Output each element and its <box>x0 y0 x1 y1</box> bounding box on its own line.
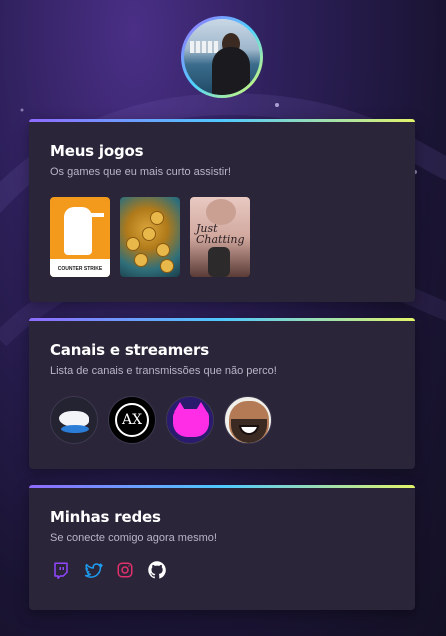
channels-list: AX <box>50 396 394 444</box>
microphone-icon <box>208 247 230 277</box>
game-label: Just Chatting <box>196 222 245 246</box>
social-links <box>50 559 394 581</box>
rifle-icon <box>80 213 104 217</box>
channels-card: Canais e streamers Lista de canais e tra… <box>29 318 415 469</box>
channel-ax-logo[interactable]: AX <box>108 396 156 444</box>
channels-card-subtitle: Lista de canais e transmissões que não p… <box>50 365 277 377</box>
avatar <box>184 19 260 95</box>
coin-icon <box>150 211 164 225</box>
twitter-icon <box>84 562 103 578</box>
ax-logo-icon: AX <box>121 412 143 428</box>
avatar-body <box>212 47 250 95</box>
social-card-title: Minhas redes <box>50 508 161 526</box>
coin-icon <box>142 227 156 241</box>
games-list: COUNTER STRIKE Just Chatting <box>50 197 394 277</box>
games-card-subtitle: Os games que eu mais curto assistir! <box>50 166 231 178</box>
channels-card-title: Canais e streamers <box>50 341 209 359</box>
coin-icon <box>126 237 140 251</box>
github-icon <box>148 561 166 579</box>
channel-laughing-streamer[interactable] <box>224 396 272 444</box>
twitch-icon <box>54 562 68 579</box>
github-link[interactable] <box>146 559 168 581</box>
coin-icon <box>156 243 170 257</box>
pink-cat-icon <box>173 409 209 437</box>
game-coins[interactable] <box>120 197 180 277</box>
instagram-link[interactable] <box>114 559 136 581</box>
game-label: COUNTER STRIKE <box>57 266 103 272</box>
games-card: Meus jogos Os games que eu mais curto as… <box>29 119 415 302</box>
channel-winged-logo[interactable] <box>50 396 98 444</box>
instagram-icon <box>117 562 133 578</box>
channel-pink-cat[interactable] <box>166 396 214 444</box>
wave-shape <box>61 425 89 433</box>
twitter-link[interactable] <box>82 559 104 581</box>
city-skyline <box>190 41 220 53</box>
game-counter-strike[interactable]: COUNTER STRIKE <box>50 197 110 277</box>
games-card-title: Meus jogos <box>50 142 144 160</box>
coin-icon <box>134 253 148 267</box>
twitch-link[interactable] <box>50 559 72 581</box>
social-card: Minhas redes Se conecte comigo agora mes… <box>29 485 415 610</box>
profile-avatar[interactable] <box>181 16 263 98</box>
social-card-subtitle: Se conecte comigo agora mesmo! <box>50 532 217 544</box>
game-just-chatting[interactable]: Just Chatting <box>190 197 250 277</box>
coin-icon <box>160 259 174 273</box>
